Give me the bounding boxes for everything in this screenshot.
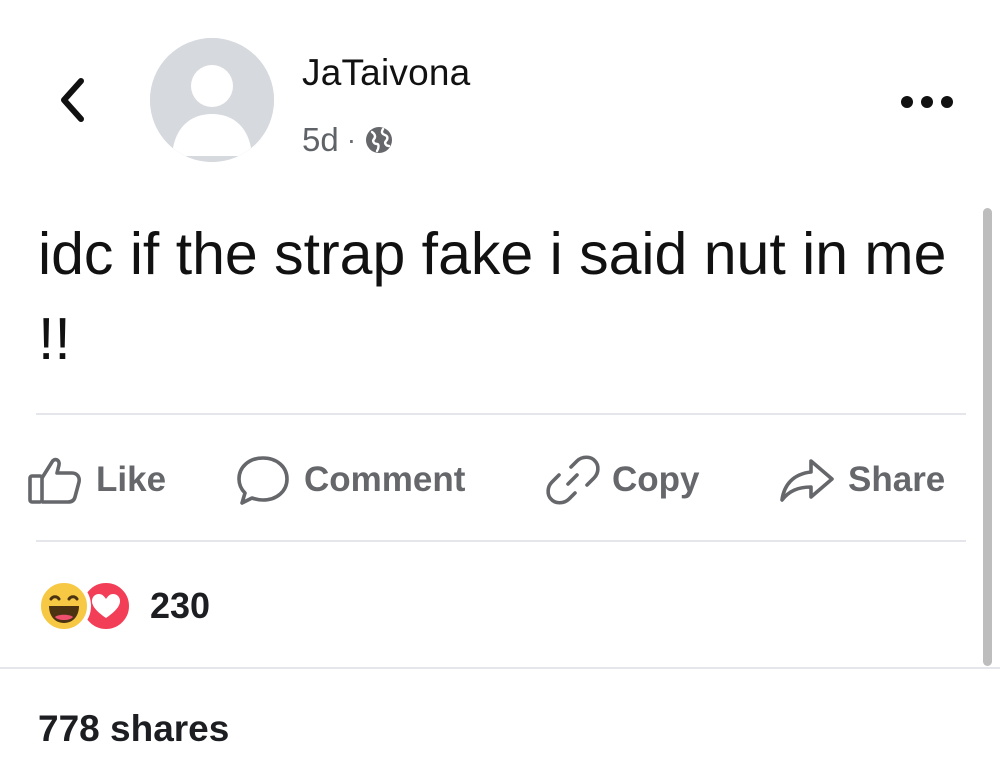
post-time[interactable]: 5d [302,121,339,159]
post-text: idc if the strap fake i said nut in me !… [38,221,947,372]
comment-label: Comment [304,460,466,499]
comment-bubble-icon [237,456,289,505]
author-name[interactable]: JaTaivona [302,52,470,94]
comment-button[interactable]: Comment [234,446,465,514]
copy-label: Copy [612,460,700,499]
post-meta: 5d · [302,118,394,162]
reactions-summary[interactable]: 230 [36,578,210,634]
link-icon [546,455,600,505]
back-button[interactable] [52,70,92,130]
more-horizontal-icon [901,96,953,108]
meta-separator: · [346,124,357,155]
copy-link-button[interactable]: Copy [546,446,700,514]
avatar[interactable] [150,38,274,162]
reaction-count: 230 [150,585,211,626]
like-button[interactable]: Like [26,446,166,514]
shares-count[interactable]: 778 shares [38,708,229,750]
reaction-icons [36,578,136,634]
thumbs-up-icon [28,457,81,504]
chevron-left-icon [61,78,84,122]
divider [0,667,1000,669]
globe-icon[interactable] [364,125,394,155]
share-button[interactable]: Share [778,446,945,514]
divider [36,413,966,415]
more-options-button[interactable] [894,82,960,122]
share-label: Share [848,460,946,499]
default-avatar-icon [150,38,274,162]
scrollbar[interactable] [983,208,992,666]
share-arrow-icon [780,459,834,502]
like-label: Like [96,460,167,499]
action-bar: Like Comment Copy Share [26,446,976,514]
haha-reaction-icon [37,579,91,633]
divider [36,540,966,542]
